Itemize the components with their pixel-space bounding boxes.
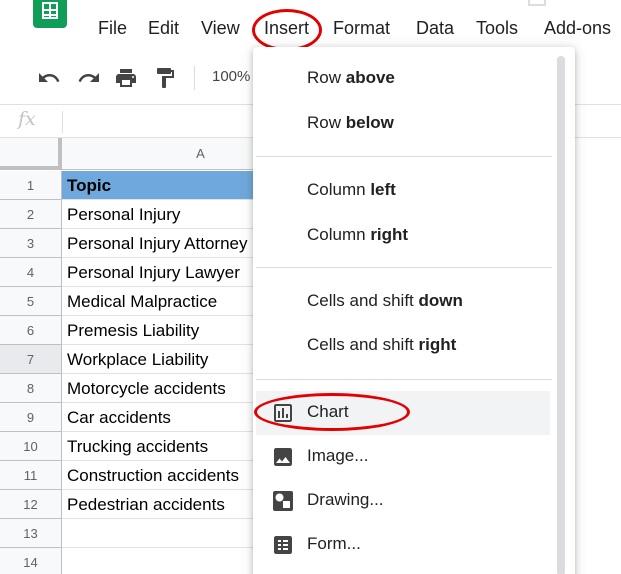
menu-item-row-above[interactable]: Row above: [307, 68, 395, 88]
menu-divider: [256, 379, 552, 380]
row-number[interactable]: 1: [0, 171, 62, 200]
sheets-logo-icon[interactable]: [33, 0, 67, 28]
chart-annotation-circle: [254, 393, 410, 431]
zoom-select[interactable]: 100%: [212, 68, 250, 85]
row-number[interactable]: 10: [0, 432, 62, 461]
menu-tools[interactable]: Tools: [476, 18, 518, 39]
menu-divider: [256, 156, 552, 157]
print-icon[interactable]: [113, 66, 139, 90]
row-number[interactable]: 9: [0, 403, 62, 432]
row-number[interactable]: 5: [0, 287, 62, 316]
form-icon: [271, 533, 295, 557]
redo-icon[interactable]: [76, 66, 102, 90]
menu-item-column-right[interactable]: Column right: [307, 225, 408, 245]
row-number[interactable]: 3: [0, 229, 62, 258]
menu-item-row-below[interactable]: Row below: [307, 113, 394, 133]
menu-item-form[interactable]: Form...: [307, 534, 361, 554]
row-number[interactable]: 2: [0, 200, 62, 229]
drawing-icon: [271, 489, 295, 513]
row-number[interactable]: 6: [0, 316, 62, 345]
menu-add-ons[interactable]: Add-ons: [544, 18, 611, 39]
image-icon: [271, 445, 295, 469]
row-number[interactable]: 7: [0, 345, 62, 374]
menu-data[interactable]: Data: [416, 18, 454, 39]
menu-item-image[interactable]: Image...: [307, 446, 368, 466]
menu-format[interactable]: Format: [333, 18, 390, 39]
menu-item-cells-shift-down[interactable]: Cells and shift down: [307, 291, 463, 311]
menu-item-cells-shift-right[interactable]: Cells and shift right: [307, 335, 456, 355]
menu-edit[interactable]: Edit: [148, 18, 179, 39]
row-number[interactable]: 11: [0, 461, 62, 490]
folder-icon[interactable]: [528, 0, 546, 6]
undo-icon[interactable]: [36, 66, 62, 90]
row-number[interactable]: 14: [0, 548, 62, 574]
row-number[interactable]: 8: [0, 374, 62, 403]
paint-format-icon[interactable]: [152, 66, 178, 90]
row-number[interactable]: 13: [0, 519, 62, 548]
insert-annotation-circle: [252, 9, 322, 51]
fx-icon: fx: [18, 108, 36, 130]
menu-scrollbar[interactable]: [557, 56, 565, 574]
row-number[interactable]: 12: [0, 490, 62, 519]
row-number[interactable]: 4: [0, 258, 62, 287]
menu-item-drawing[interactable]: Drawing...: [307, 490, 384, 510]
menu-view[interactable]: View: [201, 18, 240, 39]
menu-item-column-left[interactable]: Column left: [307, 180, 396, 200]
select-all-corner[interactable]: [0, 138, 62, 170]
menu-file[interactable]: File: [98, 18, 127, 39]
toolbar-separator: [194, 66, 195, 90]
menu-divider: [256, 267, 552, 268]
formula-bar-divider: [62, 111, 63, 133]
